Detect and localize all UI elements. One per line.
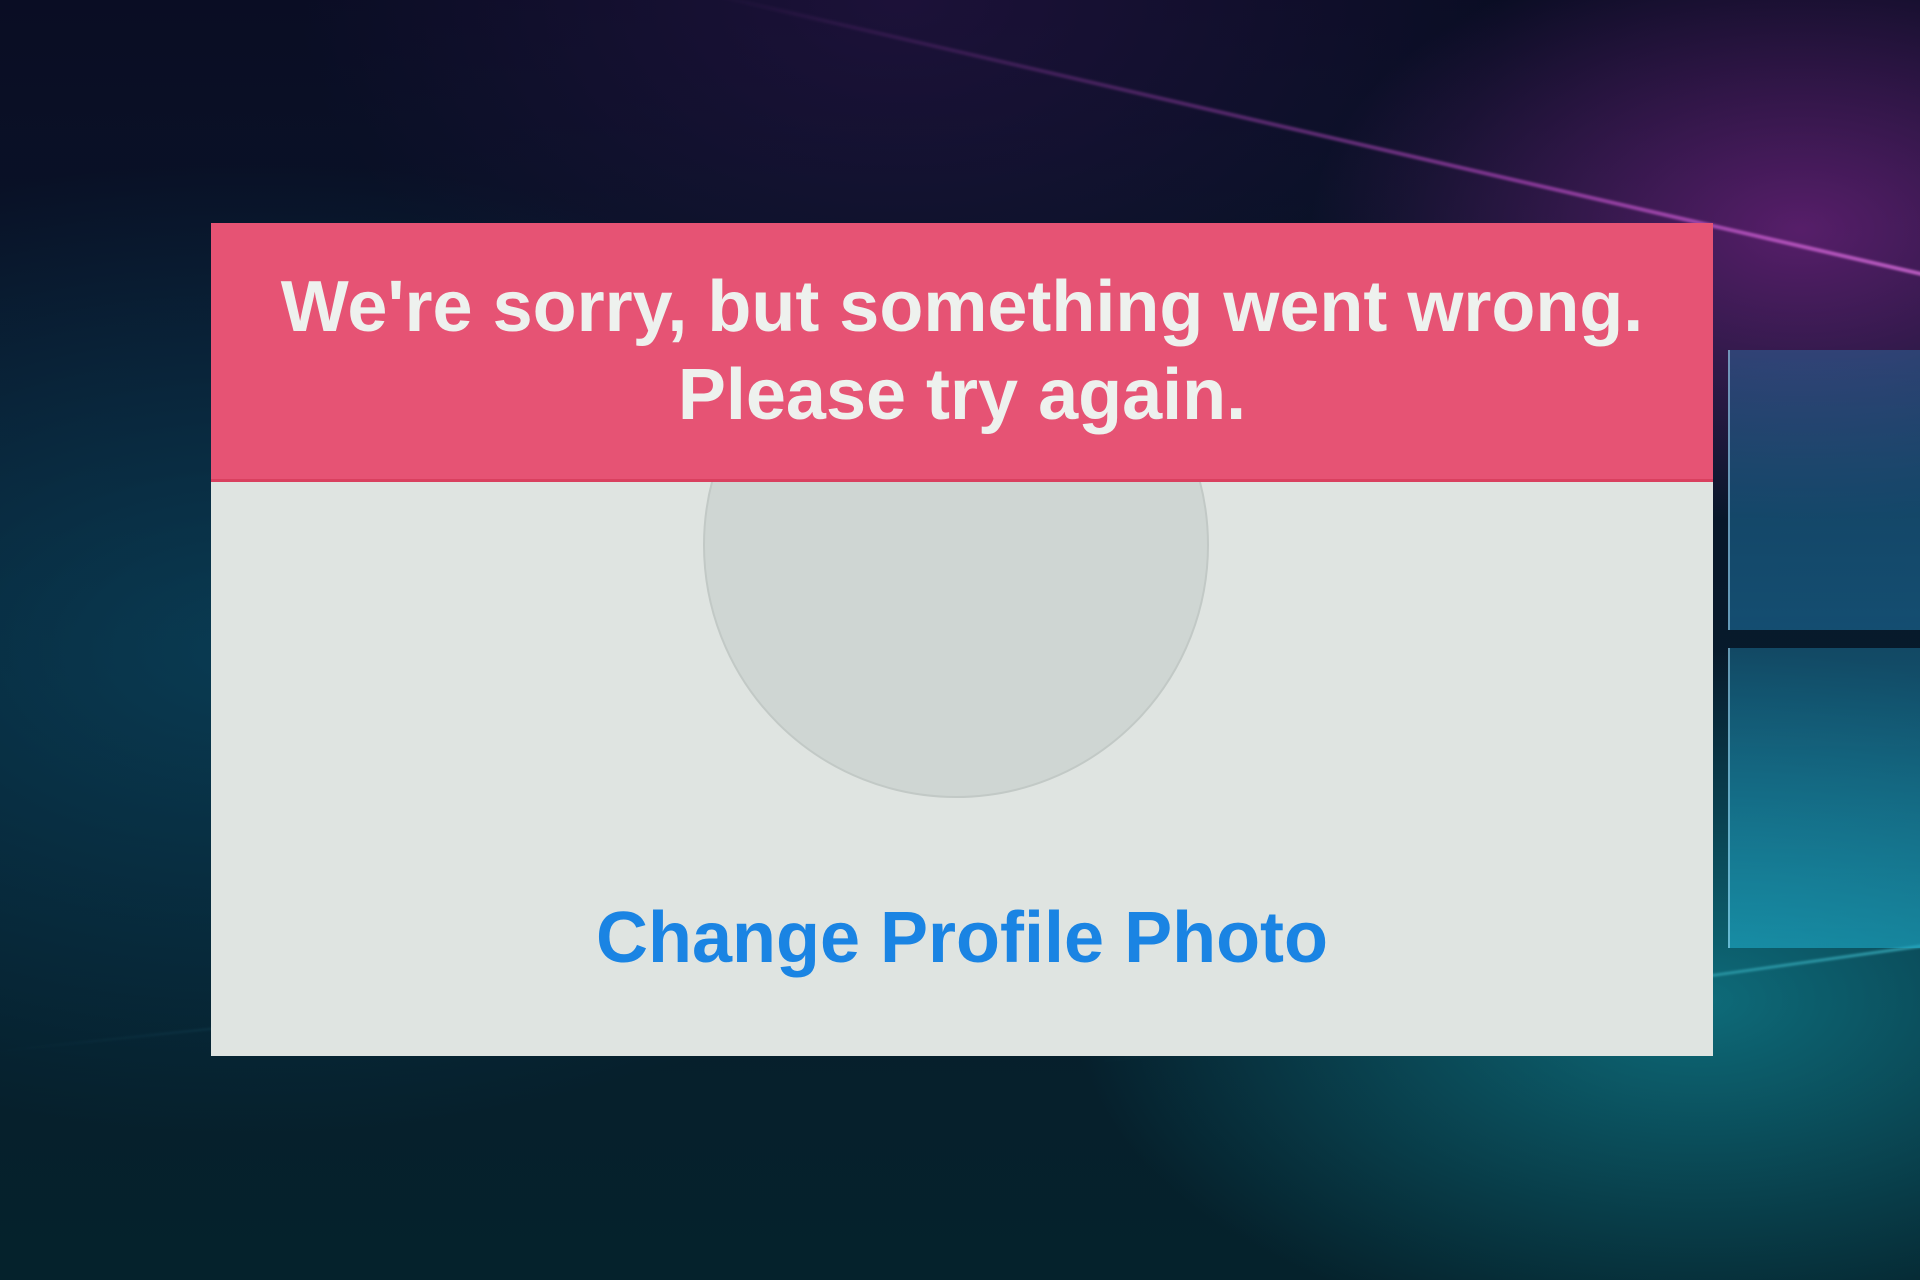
error-message-line-2: Please try again. [677, 355, 1247, 435]
profile-card: We're sorry, but something went wrong. P… [211, 223, 1713, 1056]
change-profile-photo-button[interactable]: Change Profile Photo [211, 893, 1713, 983]
wallpaper-window-logo-pane [1728, 648, 1920, 948]
error-banner: We're sorry, but something went wrong. P… [211, 223, 1713, 482]
error-message-line-1: We're sorry, but something went wrong. [280, 267, 1644, 347]
wallpaper-window-logo-pane [1728, 350, 1920, 630]
